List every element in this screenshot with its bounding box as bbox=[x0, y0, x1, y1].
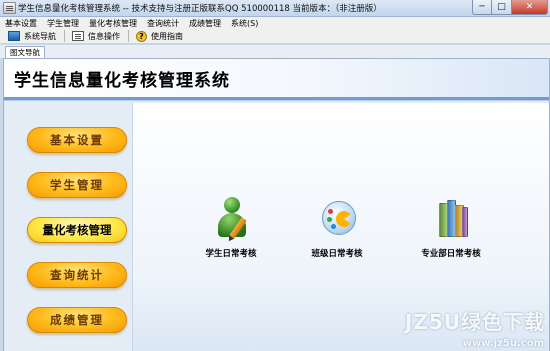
tab-strip: 图文导航 bbox=[0, 45, 550, 58]
nav-grade-management-button[interactable]: 成绩管理 bbox=[27, 307, 127, 333]
department-daily-assessment-label: 专业部日常考核 bbox=[421, 249, 481, 259]
toolbar-separator bbox=[64, 30, 65, 42]
nav-query-statistics-button[interactable]: 查询统计 bbox=[27, 262, 127, 288]
monitor-icon bbox=[8, 31, 20, 41]
department-daily-assessment[interactable]: 专业部日常考核 bbox=[403, 197, 499, 267]
toolbar: 系统导航 信息操作 ? 使用指南 bbox=[0, 29, 550, 44]
menu-query-statistics[interactable]: 查询统计 bbox=[147, 18, 179, 29]
system-nav-button[interactable]: 系统导航 bbox=[8, 31, 56, 42]
info-operation-label: 信息操作 bbox=[88, 31, 120, 41]
class-daily-assessment-label: 班级日常考核 bbox=[311, 249, 363, 259]
books-icon bbox=[435, 197, 469, 241]
student-pencil-icon bbox=[215, 197, 249, 241]
menu-grade-management[interactable]: 成绩管理 bbox=[189, 18, 221, 29]
student-daily-assessment-label: 学生日常考核 bbox=[205, 249, 257, 259]
user-guide-button[interactable]: ? 使用指南 bbox=[136, 30, 183, 42]
window-title: 学生信息量化考核管理系统 -- 技术支持与注册正版联系QQ 510000118 … bbox=[18, 4, 382, 14]
menu-student-management[interactable]: 学生管理 bbox=[47, 18, 79, 29]
nav-student-management-button[interactable]: 学生管理 bbox=[27, 172, 127, 198]
class-palette-icon bbox=[321, 197, 356, 241]
nav-basic-settings-button[interactable]: 基本设置 bbox=[27, 127, 127, 153]
student-daily-assessment[interactable]: 学生日常考核 bbox=[183, 197, 279, 267]
window-controls: ─ □ ✕ bbox=[472, 0, 548, 16]
menu-system[interactable]: 系统(S) bbox=[231, 18, 258, 29]
title-bar: 学生信息量化考核管理系统 -- 技术支持与注册正版联系QQ 510000118 … bbox=[0, 0, 550, 17]
page-title: 学生信息量化考核管理系统 bbox=[14, 71, 230, 91]
menu-basic-settings[interactable]: 基本设置 bbox=[5, 18, 37, 29]
menu-bar: 基本设置 学生管理 量化考核管理 查询统计 成绩管理 系统(S) bbox=[0, 17, 550, 29]
system-nav-label: 系统导航 bbox=[24, 31, 56, 41]
nav-assessment-management-button[interactable]: 量化考核管理 bbox=[27, 217, 127, 243]
app-icon bbox=[3, 2, 16, 14]
header-divider-line bbox=[4, 100, 549, 101]
left-navigation: 基本设置 学生管理 量化考核管理 查询统计 成绩管理 bbox=[4, 103, 132, 351]
tab-graphic-navigation[interactable]: 图文导航 bbox=[5, 46, 45, 58]
maximize-button[interactable]: □ bbox=[492, 0, 512, 15]
class-daily-assessment[interactable]: 班级日常考核 bbox=[289, 197, 385, 267]
help-icon: ? bbox=[136, 30, 147, 42]
user-guide-label: 使用指南 bbox=[151, 31, 183, 41]
menu-assessment-management[interactable]: 量化考核管理 bbox=[89, 18, 137, 29]
info-operation-button[interactable]: 信息操作 bbox=[72, 31, 120, 42]
close-button[interactable]: ✕ bbox=[512, 0, 548, 15]
minimize-button[interactable]: ─ bbox=[472, 0, 492, 15]
watermark-logo: JZ5U绿色下载 bbox=[404, 310, 545, 334]
watermark-url: www.jz5u.com bbox=[462, 338, 544, 349]
document-icon bbox=[72, 31, 84, 41]
toolbar-separator bbox=[128, 30, 129, 42]
header-banner: 学生信息量化考核管理系统 bbox=[4, 59, 549, 97]
